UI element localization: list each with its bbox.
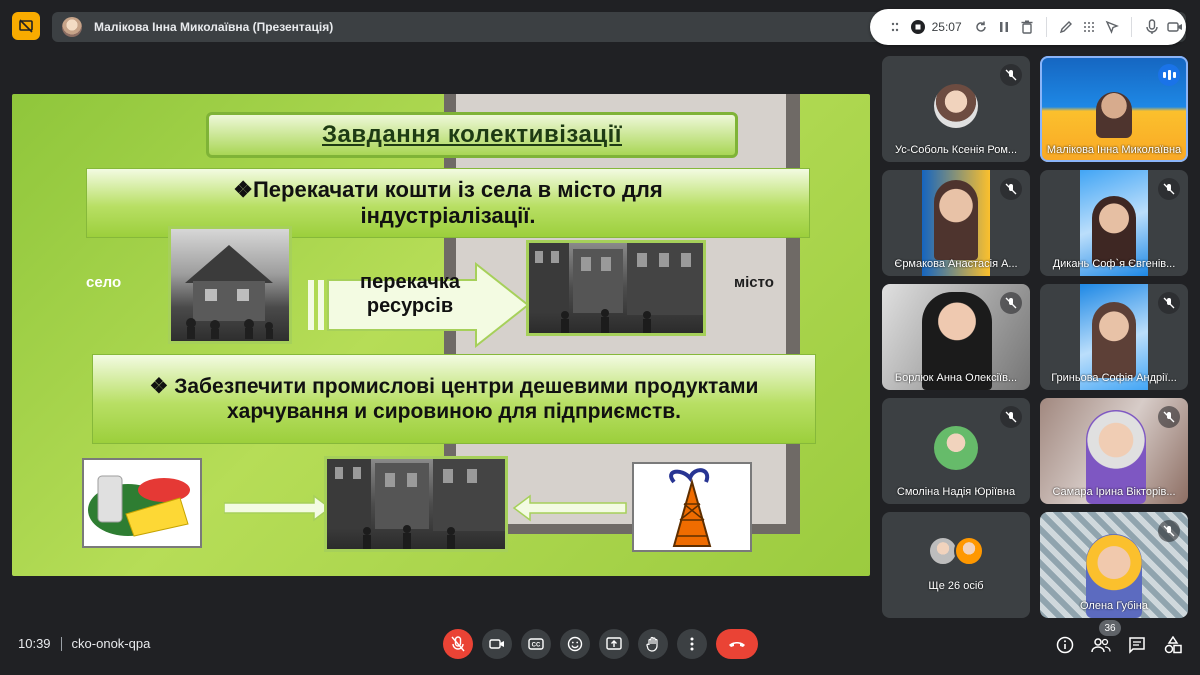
avatar	[934, 426, 978, 470]
meeting-code: cko-onok-qpa	[71, 636, 151, 651]
food-icon	[82, 458, 202, 548]
slide-title-box: Завдання колективізації	[206, 112, 738, 158]
activities-button[interactable]	[1160, 632, 1186, 658]
info-icon	[1056, 636, 1074, 654]
village-photo	[168, 226, 292, 344]
arrow-right-icon	[224, 494, 332, 522]
participant-video	[934, 180, 978, 260]
recording-time: 25:07	[931, 20, 962, 34]
participant-name: Єрмакова Анастасія А...	[894, 258, 1018, 270]
avatar	[934, 84, 978, 128]
mic-off-icon	[451, 636, 465, 652]
participant-tile[interactable]: Гриньова Софія Андрії...	[1040, 284, 1188, 390]
participant-name: Малікова Інна Миколаївна	[1046, 144, 1182, 156]
oil-derrick-icon	[632, 462, 752, 552]
cursor-icon[interactable]	[1101, 15, 1124, 39]
presentation-slide: Завдання колективізації ❖Перекачати кошт…	[12, 94, 870, 576]
leave-call-button[interactable]	[716, 629, 758, 659]
label-village: село	[86, 274, 122, 291]
present-screen-button[interactable]	[599, 629, 629, 659]
city-photo	[526, 240, 706, 336]
arrow-left-icon	[512, 494, 627, 522]
captions-button[interactable]: CC	[521, 629, 551, 659]
mic-off-icon	[1158, 292, 1180, 314]
recording-toolbar: 25:07	[870, 9, 1186, 45]
participant-tile[interactable]: Єрмакова Анастасія А...	[882, 170, 1030, 276]
bullet-2-text: ❖ Забезпечити промислові центри дешевими…	[149, 375, 759, 423]
drag-handle-icon[interactable]	[884, 15, 907, 39]
presenter-name: Малікова Інна Миколаївна (Презентація)	[94, 20, 334, 34]
mic-off-icon	[1158, 406, 1180, 428]
participant-tile[interactable]: Ус-Соболь Ксенія Ром...	[882, 56, 1030, 162]
camera-toggle-button[interactable]	[482, 629, 512, 659]
mic-off-icon	[1158, 520, 1180, 542]
record-stop-icon[interactable]	[907, 15, 930, 39]
mic-off-icon	[1000, 64, 1022, 86]
present-icon	[606, 637, 622, 650]
participant-name: Ус-Соболь Ксенія Ром...	[894, 144, 1018, 156]
meeting-info: 10:39 cko-onok-qpa	[18, 636, 150, 651]
people-icon	[1091, 638, 1111, 653]
people-button[interactable]	[1088, 632, 1114, 658]
divider	[60, 636, 62, 651]
presentation-off-icon[interactable]	[12, 12, 40, 40]
pen-icon[interactable]	[1055, 15, 1078, 39]
participant-video	[1092, 196, 1136, 266]
participant-name: Гриньова Софія Андрії...	[1051, 372, 1177, 384]
emoji-icon	[567, 636, 583, 652]
slide-title: Завдання колективізації	[322, 121, 622, 148]
meeting-details-button[interactable]	[1052, 632, 1078, 658]
more-participants-tile[interactable]: Ще 26 осіб	[882, 512, 1030, 618]
hangup-icon	[729, 642, 745, 647]
participant-name: Самара Ірина Вікторів...	[1052, 486, 1176, 498]
participant-name: Борлюк Анна Олексіїв...	[894, 372, 1018, 384]
microphone-toggle-button[interactable]	[443, 629, 473, 659]
toolbar-divider	[1046, 17, 1048, 37]
participant-name: Смоліна Надія Юріївна	[896, 486, 1016, 498]
toolbar-divider	[1131, 17, 1133, 37]
mic-off-icon	[1000, 178, 1022, 200]
reactions-button[interactable]	[560, 629, 590, 659]
participant-tile[interactable]: Олена Губіна	[1040, 512, 1188, 618]
shapes-icon	[1164, 636, 1182, 654]
label-city: місто	[734, 274, 774, 291]
chat-button[interactable]	[1124, 632, 1150, 658]
participant-tile[interactable]: Малікова Інна Миколаївна	[1040, 56, 1188, 162]
city-photo-2	[324, 456, 508, 552]
hand-icon	[646, 636, 658, 652]
arrow-label: перекачка ресурсів	[360, 271, 460, 317]
restart-icon[interactable]	[970, 15, 993, 39]
more-participants-label: Ще 26 осіб	[928, 580, 984, 592]
captions-icon: CC	[528, 638, 544, 650]
more-vertical-icon	[690, 637, 694, 651]
mic-off-icon	[1158, 178, 1180, 200]
participant-tile[interactable]: Смоліна Надія Юріївна	[882, 398, 1030, 504]
participant-name: Олена Губіна	[1080, 600, 1148, 612]
presenter-avatar	[62, 17, 82, 37]
camera-icon[interactable]	[1163, 15, 1186, 39]
pause-icon[interactable]	[992, 15, 1015, 39]
microphone-icon[interactable]	[1140, 15, 1163, 39]
svg-text:CC: CC	[532, 643, 541, 649]
mic-off-icon	[1000, 406, 1022, 428]
speaking-indicator-icon	[1158, 64, 1180, 86]
chat-icon	[1129, 637, 1145, 654]
participant-tile[interactable]: Борлюк Анна Олексіїв...	[882, 284, 1030, 390]
participant-tile[interactable]: Самара Ірина Вікторів...	[1040, 398, 1188, 504]
bullet-box-2: ❖ Забезпечити промислові центри дешевими…	[92, 354, 816, 444]
raise-hand-button[interactable]	[638, 629, 668, 659]
participant-tile[interactable]: Дикань Соф`я Євгенів...	[1040, 170, 1188, 276]
clock-time: 10:39	[18, 636, 51, 651]
camera-icon	[489, 639, 504, 649]
bullet-1-text: ❖Перекачати кошти із села в місто для ін…	[233, 177, 663, 228]
grid-effects-icon[interactable]	[1078, 15, 1101, 39]
mic-off-icon	[1000, 292, 1022, 314]
participant-video	[1092, 302, 1136, 378]
more-options-button[interactable]	[677, 629, 707, 659]
participant-name: Дикань Соф`я Євгенів...	[1052, 258, 1176, 270]
avatar	[954, 536, 984, 566]
delete-icon[interactable]	[1015, 15, 1038, 39]
participant-video	[1096, 92, 1132, 138]
